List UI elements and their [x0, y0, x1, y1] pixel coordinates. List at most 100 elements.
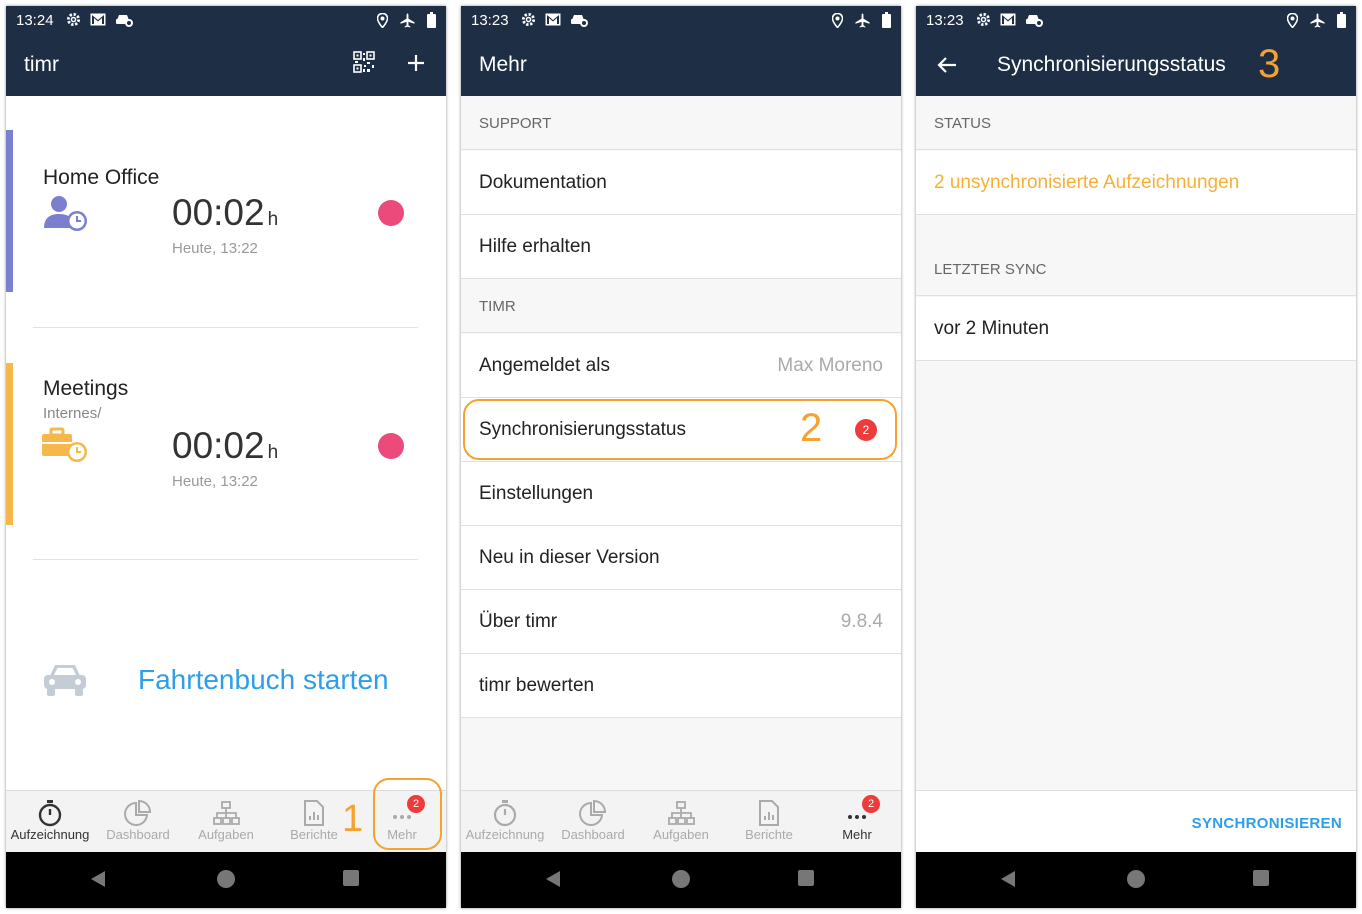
app-bar: Synchronisierungsstatus 3	[916, 34, 1356, 96]
menu-item-einstellungen[interactable]: Einstellungen	[461, 462, 901, 526]
menu-item-angemeldet[interactable]: Angemeldet als Max Moreno	[461, 334, 901, 398]
battery-icon	[882, 12, 891, 28]
system-navigation-bar	[461, 852, 901, 908]
add-icon[interactable]	[406, 53, 426, 73]
gmail-icon	[90, 13, 106, 26]
nav-aufzeichnung[interactable]: Aufzeichnung	[461, 791, 549, 853]
step-number: 3	[1258, 42, 1281, 86]
settings-icon	[521, 12, 536, 27]
car-icon	[116, 14, 133, 27]
start-logbook-link[interactable]: Fahrtenbuch starten	[138, 664, 389, 696]
entry-title: Meetings	[43, 377, 129, 400]
qr-code-icon[interactable]	[353, 51, 375, 73]
unsynced-records-label: 2 unsynchronisierte Aufzeichnungen	[934, 172, 1240, 193]
system-recents-button[interactable]	[798, 870, 814, 886]
sync-status-list: STATUS 2 unsynchronisierte Aufzeichnunge…	[916, 96, 1356, 790]
nav-label: Aufgaben	[198, 827, 254, 842]
nav-aufzeichnung[interactable]: Aufzeichnung	[6, 791, 94, 853]
status-bar: 13:23	[461, 6, 901, 34]
entry-subtitle: Internes/	[43, 405, 102, 422]
entry-timer-value: 00:02	[172, 192, 265, 233]
back-arrow-icon[interactable]	[936, 56, 958, 74]
step-number: 2	[800, 406, 823, 450]
app-title: timr	[24, 53, 59, 76]
menu-item-dokumentation[interactable]: Dokumentation	[461, 151, 901, 215]
nav-label: Mehr	[842, 827, 872, 842]
menu-item-label: Dokumentation	[479, 172, 607, 193]
nav-aufgaben[interactable]: Aufgaben	[637, 791, 725, 853]
status-time: 13:23	[926, 12, 964, 29]
nav-label: Aufzeichnung	[465, 827, 545, 842]
system-home-button[interactable]	[1127, 870, 1145, 888]
airplane-icon	[400, 12, 415, 28]
system-back-button[interactable]	[91, 871, 105, 887]
entry-timer-unit: h	[267, 209, 279, 230]
report-icon	[759, 800, 779, 826]
status-time: 13:24	[16, 12, 54, 29]
step-number: 1	[342, 798, 364, 840]
bottom-navigation: Aufzeichnung Dashboard Aufgaben Berichte…	[461, 790, 901, 852]
section-header-timr: TIMR	[461, 279, 901, 333]
unsynced-records-row[interactable]: 2 unsynchronisierte Aufzeichnungen	[916, 151, 1356, 215]
section-header-last-sync: LETZTER SYNC	[916, 242, 1356, 296]
location-icon	[832, 12, 843, 28]
nav-aufgaben[interactable]: Aufgaben	[182, 791, 270, 853]
system-home-button[interactable]	[672, 870, 690, 888]
app-title: Mehr	[479, 53, 527, 76]
user-name-value: Max Moreno	[777, 355, 883, 376]
system-back-button[interactable]	[546, 871, 560, 887]
stop-record-button[interactable]	[378, 433, 404, 459]
stop-record-button[interactable]	[378, 200, 404, 226]
phone-screen-sync-status: 13:23 Synchronisierungsstatus 3 STATUS 2…	[916, 6, 1356, 908]
settings-icon	[976, 12, 991, 27]
status-time: 13:23	[471, 12, 509, 29]
location-icon	[1287, 12, 1298, 28]
airplane-icon	[855, 12, 870, 28]
app-title: Synchronisierungsstatus	[997, 53, 1226, 76]
system-navigation-bar	[6, 852, 446, 908]
category-color-bar	[6, 363, 13, 525]
menu-item-label: Hilfe erhalten	[479, 236, 591, 257]
gmail-icon	[1000, 13, 1016, 26]
entry-timer-unit: h	[267, 442, 279, 463]
status-bar: 13:24	[6, 6, 446, 34]
step-highlight	[463, 399, 897, 460]
menu-item-label: Einstellungen	[479, 483, 594, 504]
stopwatch-icon	[38, 800, 62, 827]
menu-item-ueber[interactable]: Über timr 9.8.4	[461, 590, 901, 654]
menu-item-hilfe[interactable]: Hilfe erhalten	[461, 215, 901, 279]
last-sync-row: vor 2 Minuten	[916, 297, 1356, 361]
system-recents-button[interactable]	[1253, 870, 1269, 886]
timer-list: Home Office 00:02 h Heute, 13:22 Meetings…	[6, 96, 446, 790]
nav-label: Dashboard	[106, 827, 170, 842]
system-home-button[interactable]	[217, 870, 235, 888]
pie-chart-icon	[579, 799, 607, 826]
system-back-button[interactable]	[1001, 871, 1015, 887]
nav-label: Dashboard	[561, 827, 625, 842]
app-bar: timr	[6, 34, 446, 96]
divider	[33, 559, 418, 560]
section-label: STATUS	[934, 115, 991, 132]
menu-item-neu[interactable]: Neu in dieser Version	[461, 526, 901, 590]
nav-berichte[interactable]: Berichte	[725, 791, 813, 853]
system-recents-button[interactable]	[343, 870, 359, 886]
location-icon	[377, 12, 388, 28]
nav-dashboard[interactable]: Dashboard	[549, 791, 637, 853]
airplane-icon	[1310, 12, 1325, 28]
menu-item-bewerten[interactable]: timr bewerten	[461, 654, 901, 718]
synchronize-button[interactable]: SYNCHRONISIEREN	[1192, 815, 1342, 832]
section-label: SUPPORT	[479, 115, 552, 132]
app-bar: Mehr	[461, 34, 901, 96]
nav-label: Aufzeichnung	[10, 827, 90, 842]
pie-chart-icon	[124, 799, 152, 826]
entry-timer: 00:02 h	[172, 192, 278, 234]
system-navigation-bar	[916, 852, 1356, 908]
last-sync-value: vor 2 Minuten	[934, 318, 1050, 339]
timer-entry-meetings[interactable]: Meetings Internes/ 00:02 h Heute, 13:22	[6, 363, 446, 525]
entry-date: Heute, 13:22	[172, 240, 258, 257]
category-color-bar	[6, 130, 13, 292]
timer-entry-home-office[interactable]: Home Office 00:02 h Heute, 13:22	[6, 130, 446, 292]
nav-dashboard[interactable]: Dashboard	[94, 791, 182, 853]
nav-mehr[interactable]: Mehr 2	[813, 791, 901, 853]
menu-item-label: Neu in dieser Version	[479, 547, 660, 568]
